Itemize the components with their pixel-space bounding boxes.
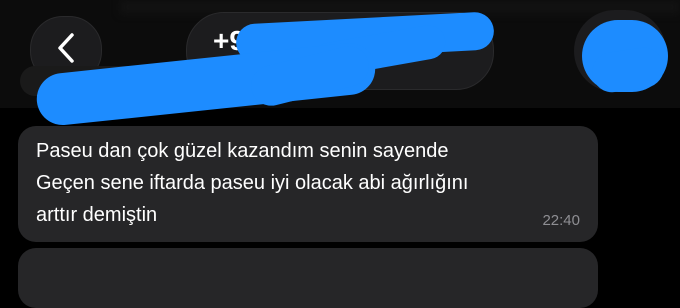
chevron-left-icon — [55, 31, 77, 70]
message-bubble[interactable]: Paseu dan çok güzel kazandım senin sayen… — [18, 126, 598, 242]
message-bubble[interactable] — [18, 248, 598, 308]
message-text-line: Paseu dan çok güzel kazandım senin sayen… — [36, 140, 449, 162]
message-text-line: Geçen sene iftarda paseu iyi olacak abi … — [36, 172, 469, 194]
message-timestamp: 22:40 — [542, 212, 580, 229]
message-text-line: arttır demiştin — [36, 204, 158, 226]
